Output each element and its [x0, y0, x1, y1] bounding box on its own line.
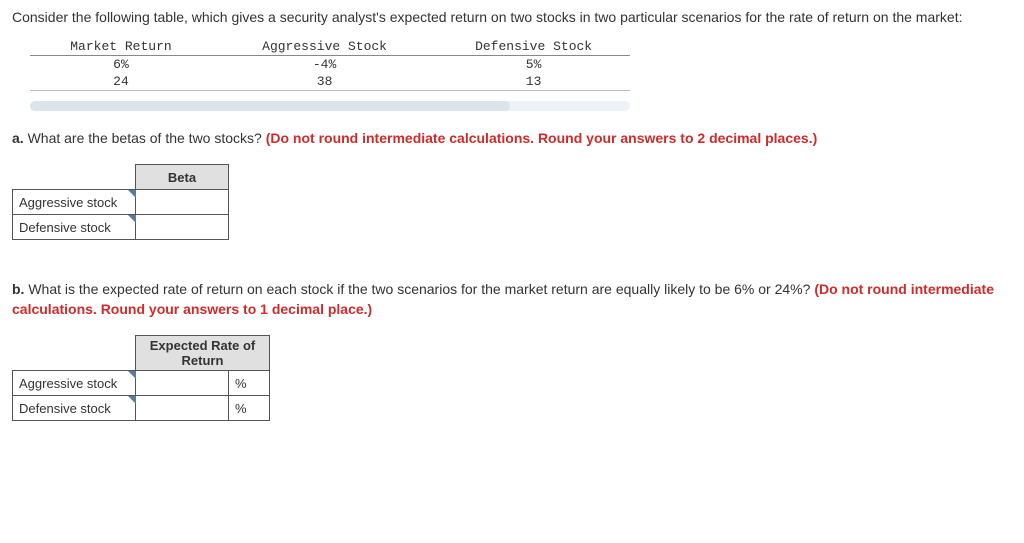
dropdown-indicator-icon	[128, 396, 136, 404]
col-header-aggressive: Aggressive Stock	[212, 38, 437, 56]
row-label-aggressive: Aggressive stock	[13, 190, 136, 215]
expected-return-answer-table: Expected Rate of Return Aggressive stock…	[12, 335, 270, 421]
question-b-text: What is the expected rate of return on e…	[24, 281, 814, 297]
table-cell: 24	[30, 73, 212, 91]
question-a-instruction: (Do not round intermediate calculations.…	[266, 130, 818, 146]
table-cell: 5%	[437, 55, 630, 73]
col-header-market: Market Return	[30, 38, 212, 56]
question-a-label: a.	[12, 130, 24, 146]
table-cell: 6%	[30, 55, 212, 73]
err-input-aggressive[interactable]	[136, 371, 229, 396]
col-header-defensive: Defensive Stock	[437, 38, 630, 56]
dropdown-indicator-icon	[128, 215, 136, 223]
row-label-aggressive: Aggressive stock	[13, 371, 136, 396]
intro-text: Consider the following table, which give…	[12, 8, 1012, 28]
unit-percent: %	[229, 396, 270, 421]
beta-header: Beta	[136, 165, 229, 190]
blank-cell	[13, 336, 136, 371]
row-label-defensive: Defensive stock	[13, 396, 136, 421]
question-b: b. What is the expected rate of return o…	[12, 280, 1012, 319]
expected-return-header: Expected Rate of Return	[136, 336, 270, 371]
table-cell: 38	[212, 73, 437, 91]
unit-percent: %	[229, 371, 270, 396]
scenario-data-table: Market Return Aggressive Stock Defensive…	[30, 38, 630, 91]
table-cell: 13	[437, 73, 630, 91]
row-label-defensive: Defensive stock	[13, 215, 136, 240]
dropdown-indicator-icon	[128, 190, 136, 198]
question-b-label: b.	[12, 281, 24, 297]
dropdown-indicator-icon	[128, 371, 136, 379]
horizontal-scrollbar[interactable]	[30, 101, 630, 111]
question-a: a. What are the betas of the two stocks?…	[12, 129, 1012, 149]
scrollbar-thumb[interactable]	[30, 101, 510, 111]
table-cell: -4%	[212, 55, 437, 73]
blank-cell	[13, 165, 136, 190]
beta-answer-table: Beta Aggressive stock Defensive stock	[12, 164, 229, 240]
beta-input-defensive[interactable]	[136, 215, 229, 240]
beta-input-aggressive[interactable]	[136, 190, 229, 215]
err-input-defensive[interactable]	[136, 396, 229, 421]
question-a-text: What are the betas of the two stocks?	[24, 130, 266, 146]
